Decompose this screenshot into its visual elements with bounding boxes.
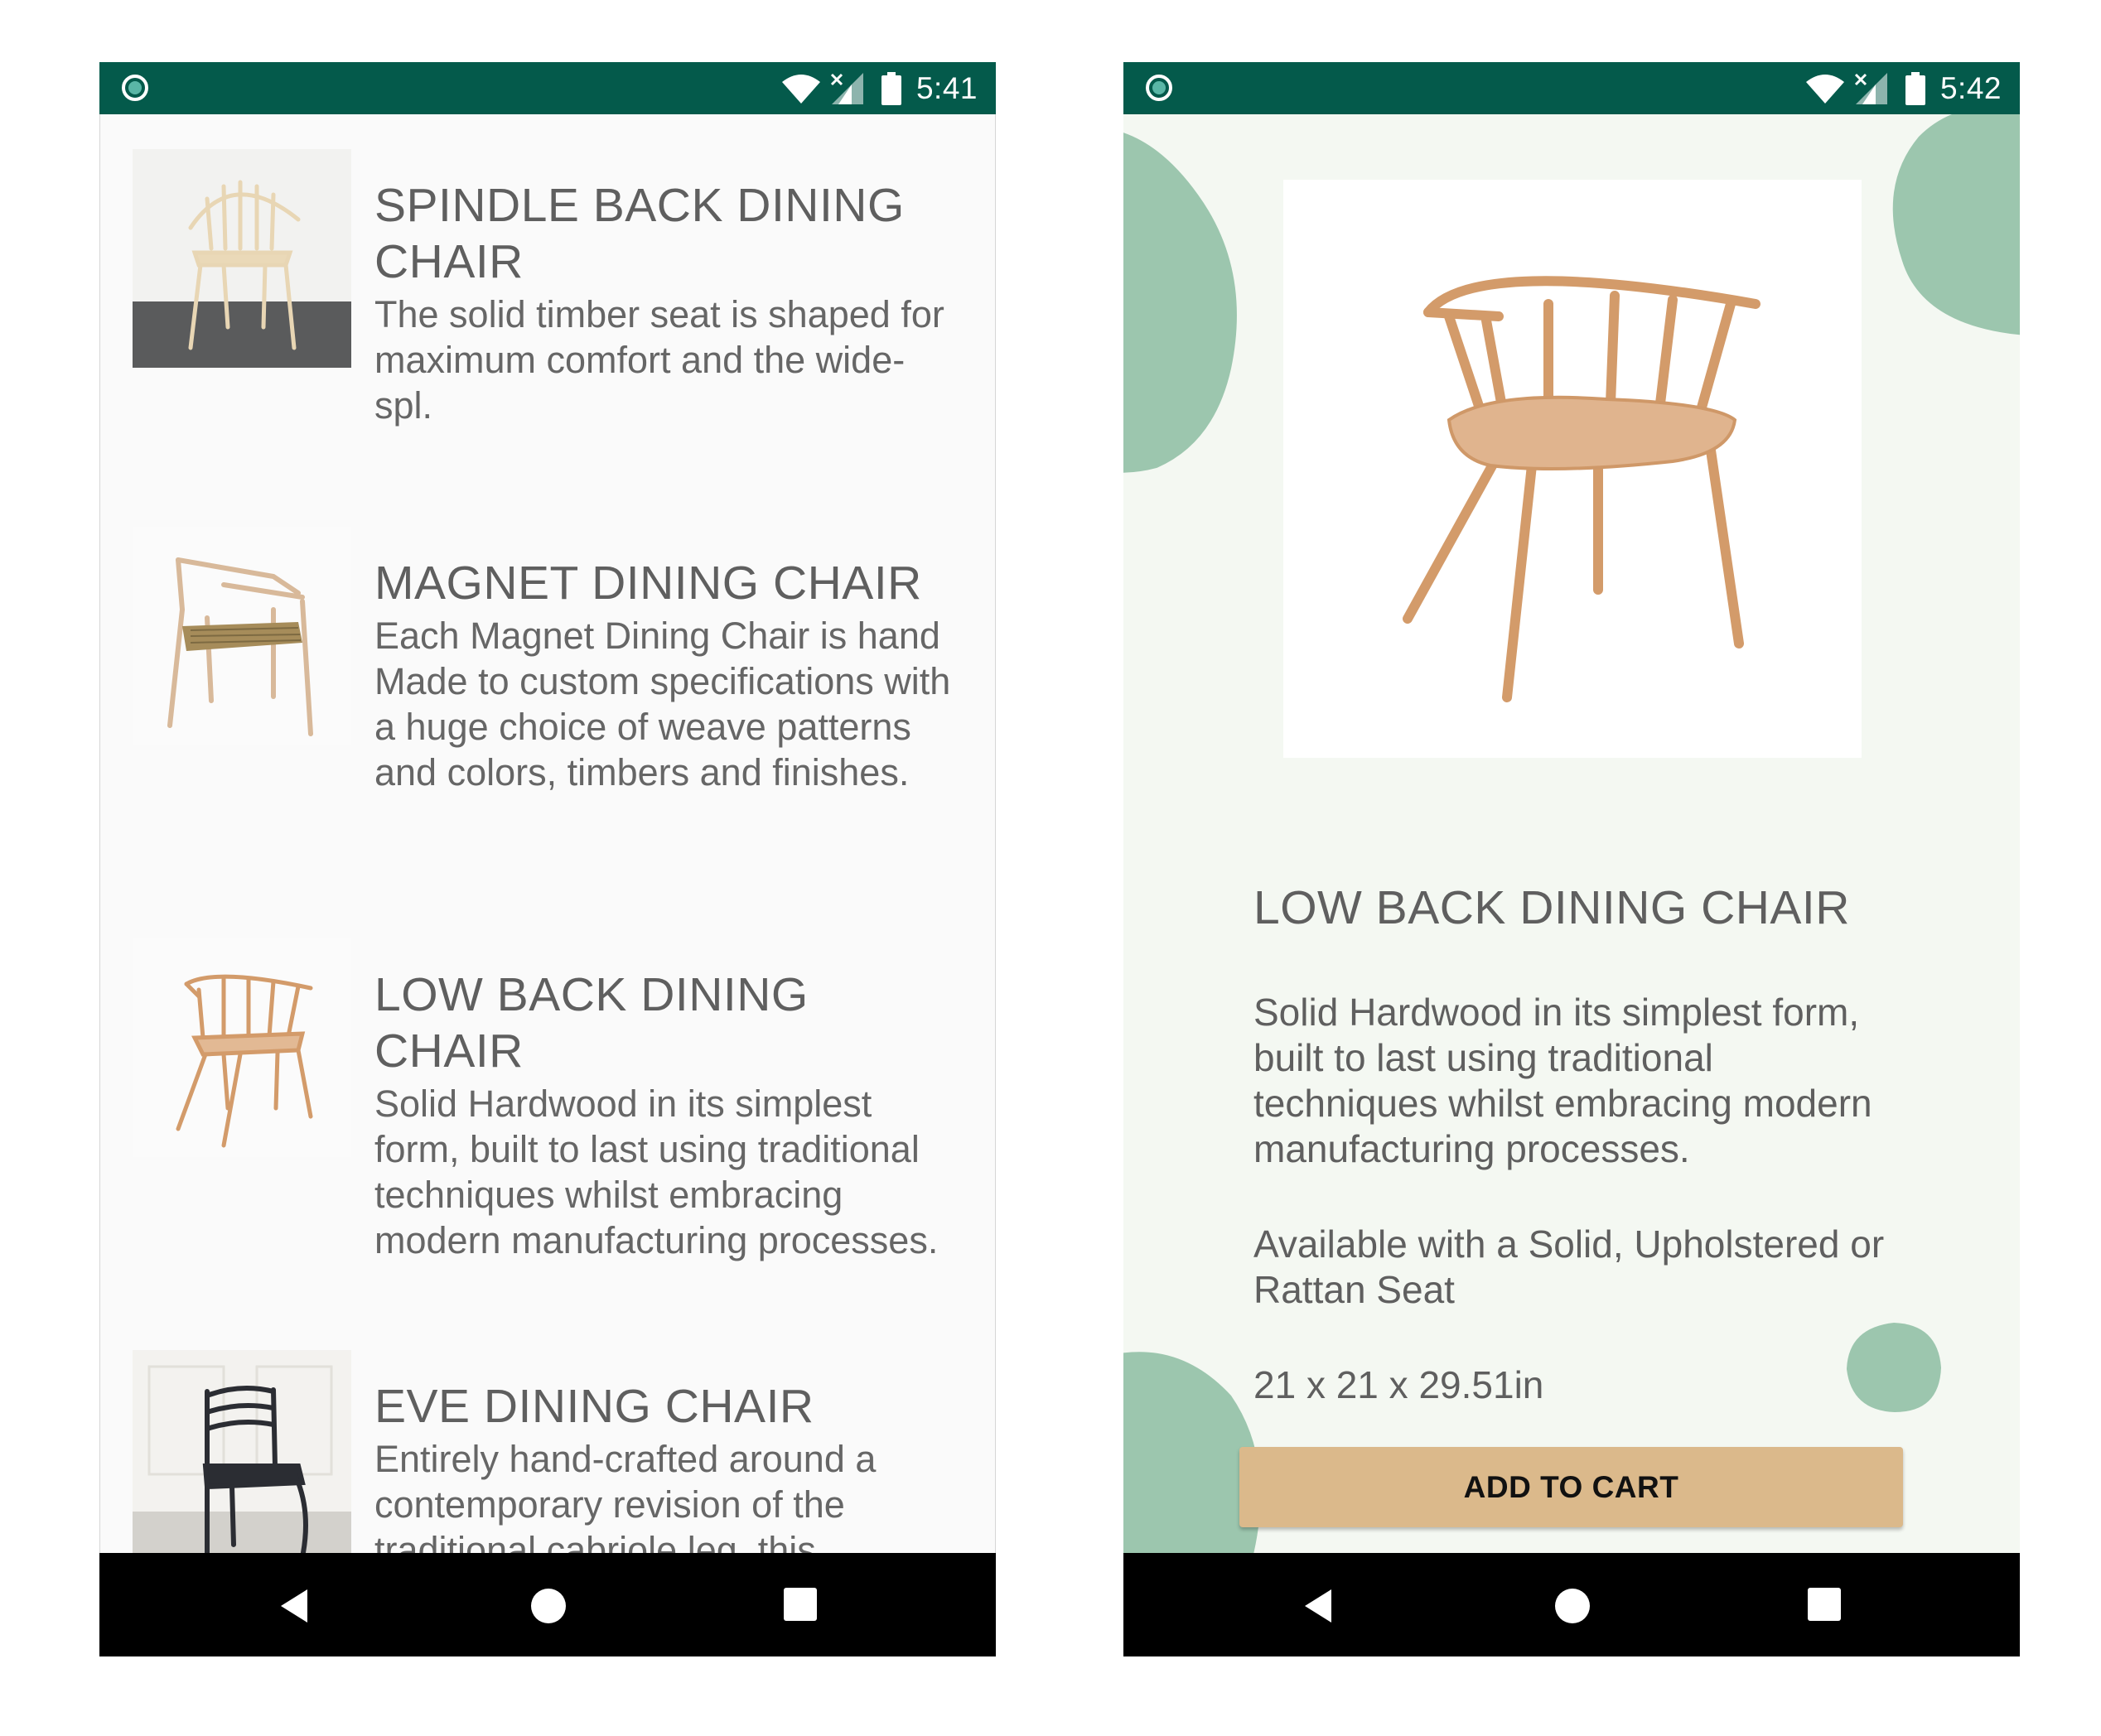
product-thumbnail[interactable] xyxy=(133,1350,351,1553)
product-hero-image xyxy=(1283,180,1862,758)
product-description: Solid Hardwood in its simplest form, bui… xyxy=(1253,991,1872,1170)
product-thumbnail[interactable] xyxy=(133,938,351,1157)
product-list-screen: 5:41 SPINDLE BACK DINING CHAIR The solid… xyxy=(99,62,996,1656)
product-description: Each Magnet Dining Chair is hand Made to… xyxy=(374,615,951,793)
status-time: 5:41 xyxy=(915,71,978,105)
product-title: LOW BACK DINING CHAIR xyxy=(1253,881,1850,934)
battery-icon xyxy=(881,72,901,105)
signal-icon xyxy=(830,73,863,104)
product-description: Solid Hardwood in its simplest form, bui… xyxy=(374,1083,939,1261)
status-time: 5:42 xyxy=(1939,71,2002,105)
product-list[interactable]: SPINDLE BACK DINING CHAIR The solid timb… xyxy=(99,114,996,1553)
product-detail-screen: 5:42 LOW BACK DINING CHAIR Solid Hardwoo… xyxy=(1123,62,2020,1656)
home-icon[interactable] xyxy=(1554,1588,1591,1624)
recents-icon[interactable] xyxy=(784,1588,817,1621)
notification-dot-icon xyxy=(122,75,148,101)
recents-icon[interactable] xyxy=(1808,1588,1841,1621)
navigation-bar xyxy=(99,1553,996,1656)
signal-icon xyxy=(1854,73,1887,104)
navigation-bar xyxy=(1123,1553,2020,1656)
battery-icon xyxy=(1905,72,1925,105)
product-availability: Available with a Solid, Upholstered or R… xyxy=(1253,1222,1885,1311)
status-bar: 5:41 xyxy=(99,62,996,114)
product-description: Entirely hand-crafted around a contempor… xyxy=(374,1438,877,1553)
product-card-low-back[interactable]: LOW BACK DINING CHAIR Solid Hardwood in … xyxy=(133,938,969,1261)
decorative-blob xyxy=(1123,133,1237,473)
product-thumbnail[interactable] xyxy=(133,149,351,368)
wifi-icon xyxy=(781,75,820,104)
back-icon[interactable] xyxy=(278,1588,311,1624)
product-description: The solid timber seat is shaped for maxi… xyxy=(374,293,944,427)
status-bar: 5:42 xyxy=(1123,62,2020,114)
product-title: MAGNET DINING CHAIR xyxy=(374,557,922,610)
product-card-magnet[interactable]: MAGNET DINING CHAIR Each Magnet Dining C… xyxy=(133,527,969,793)
home-icon[interactable] xyxy=(530,1588,567,1624)
product-thumbnail[interactable] xyxy=(133,527,351,745)
product-card-spindle-back[interactable]: SPINDLE BACK DINING CHAIR The solid timb… xyxy=(133,149,969,427)
wifi-icon xyxy=(1805,75,1844,104)
notification-dot-icon xyxy=(1146,75,1172,101)
product-title: SPINDLE BACK DINING CHAIR xyxy=(374,179,905,288)
product-title: LOW BACK DINING CHAIR xyxy=(374,968,809,1078)
product-title: EVE DINING CHAIR xyxy=(374,1380,814,1433)
product-card-eve[interactable]: EVE DINING CHAIR Entirely hand-crafted a… xyxy=(133,1350,969,1553)
add-to-cart-button[interactable]: ADD TO CART xyxy=(1239,1447,1903,1527)
product-dimensions: 21 x 21 x 29.51in xyxy=(1253,1363,1544,1406)
back-icon[interactable] xyxy=(1302,1588,1335,1624)
decorative-blob xyxy=(1892,107,2020,335)
